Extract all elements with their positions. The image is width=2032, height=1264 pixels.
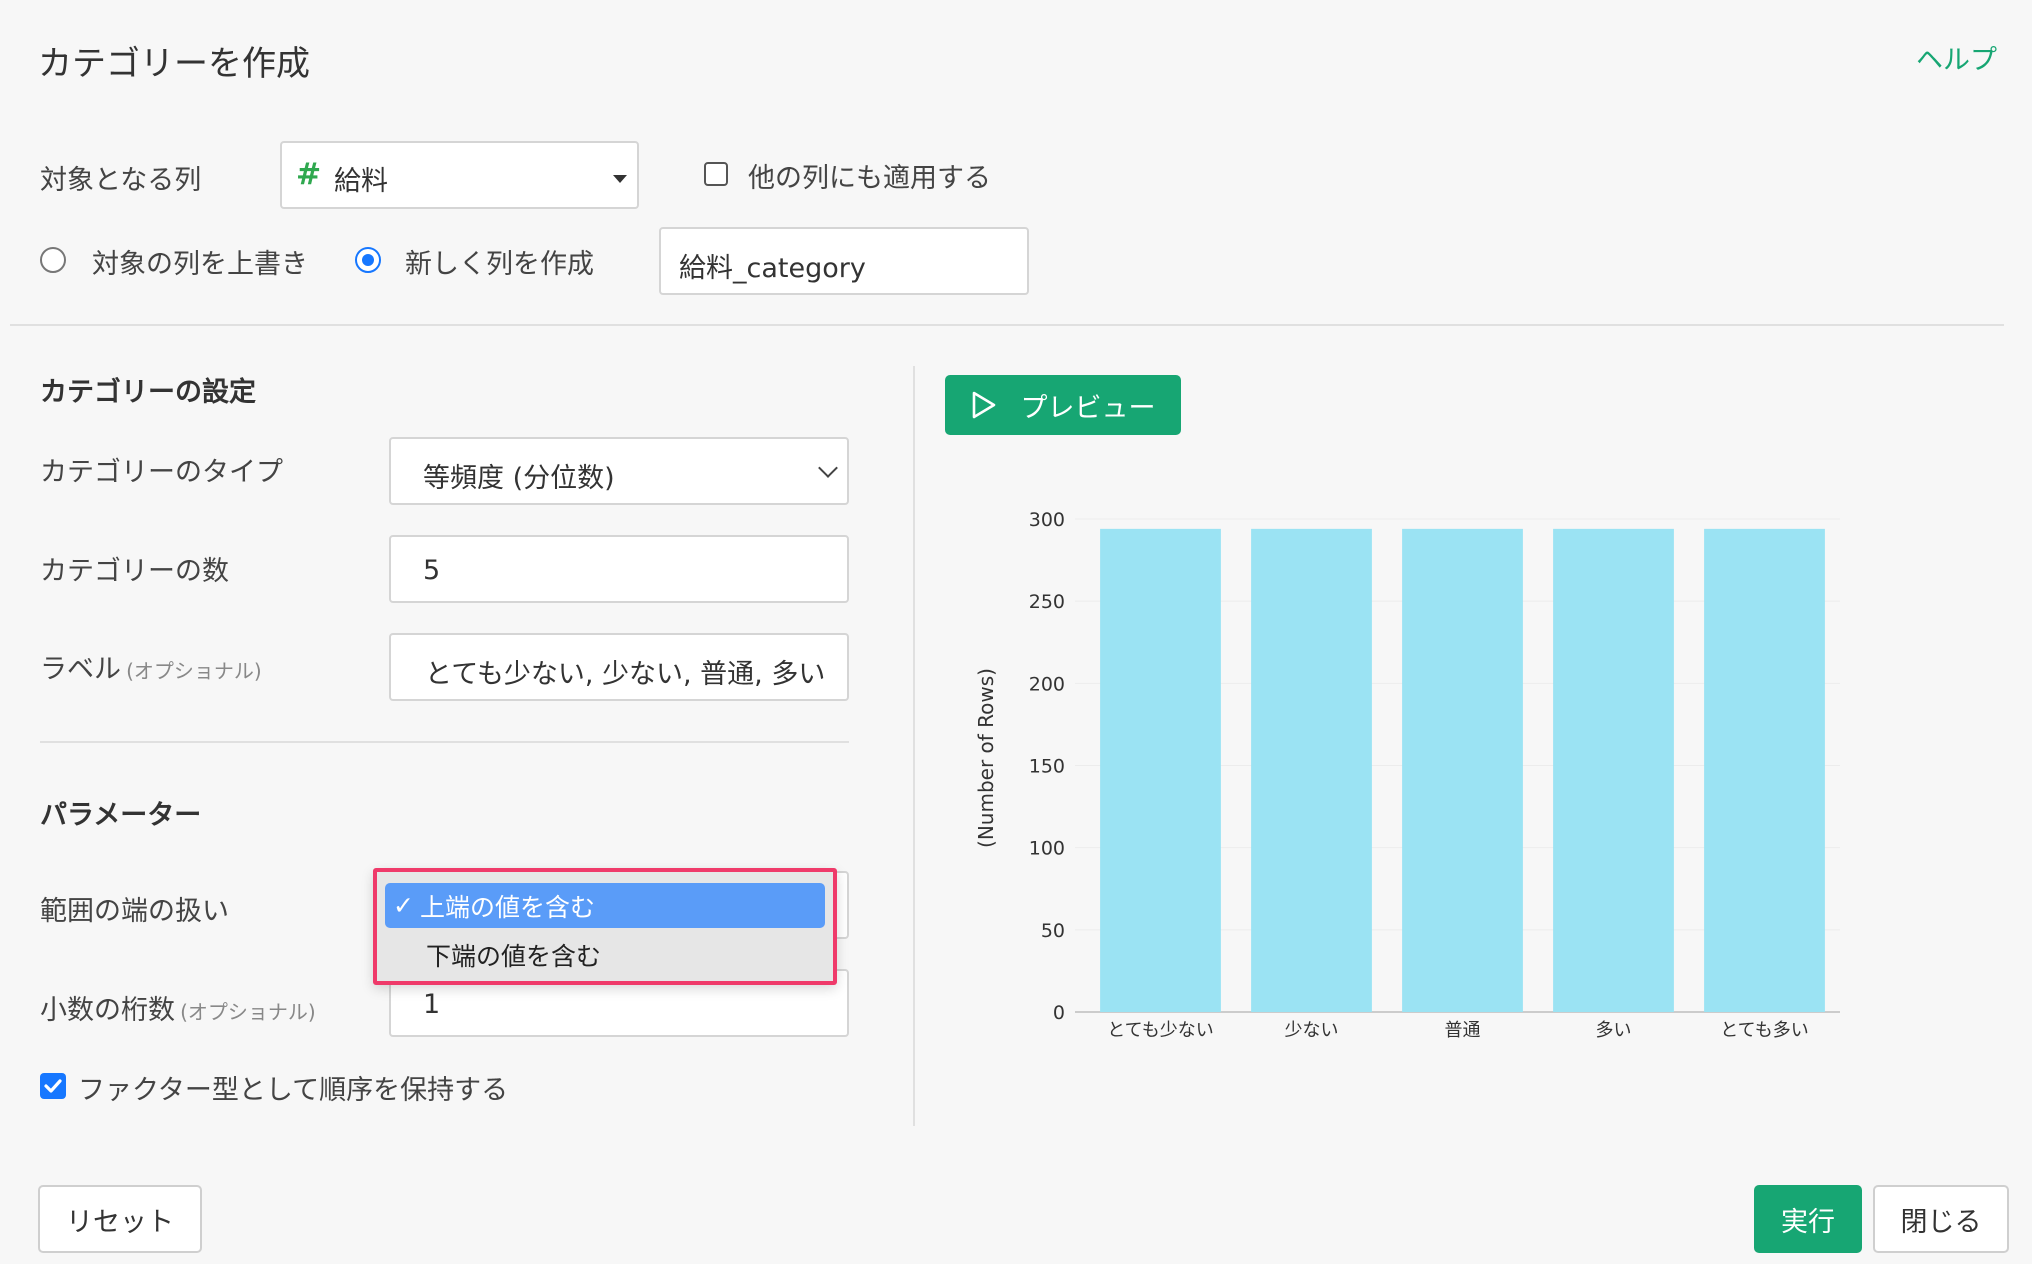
check-icon: ✓ [393,891,414,920]
parameters-title: パラメーター [40,800,202,831]
new-column-label: 新しく列を作成 [405,249,594,280]
apply-other-columns-checkbox[interactable] [704,162,728,186]
caret-down-icon [613,175,627,183]
check-icon [44,1079,62,1093]
preserve-order-label: ファクター型として順序を保持する [78,1075,509,1106]
overwrite-label: 対象の列を上書き [92,249,308,280]
labels-field-label: ラベル (オプショナル) [40,654,262,685]
category-type-value: 等頻度 (分位数) [423,463,615,494]
y-axis-label: (Number of Rows) [974,668,998,848]
y-tick-label: 200 [1029,673,1065,695]
numeric-column-icon: # [296,157,322,192]
range-edge-dropdown: ✓ 上端の値を含む 下端の値を含む [373,868,837,985]
decimals-field-label: 小数の桁数 (オプショナル) [40,995,316,1026]
category-type-select[interactable]: 等頻度 (分位数) [389,437,849,505]
run-button[interactable]: 実行 [1754,1185,1862,1253]
x-tick-label: とても多い [1720,1020,1809,1041]
y-tick-label: 250 [1029,591,1065,613]
labels-value: とても少ない, 少ない, 普通, 多い [425,659,826,690]
new-column-name-input[interactable]: 給料_category [659,227,1029,295]
y-tick-label: 0 [1053,1002,1065,1024]
labels-input[interactable]: とても少ない, 少ない, 普通, 多い [389,633,849,701]
category-count-input[interactable]: 5 [389,535,849,603]
range-edge-label: 範囲の端の扱い [40,896,229,927]
category-distribution-chart: 0 50 100 150 200 250 300 とても少ない 少ない 普通 多い とても多い (N… [974,509,1840,1041]
divider [10,324,2004,326]
help-link[interactable]: ヘルプ [1916,38,1997,77]
y-tick-label: 100 [1029,838,1065,860]
category-type-label: カテゴリーのタイプ [40,457,283,488]
bar[interactable] [1100,528,1221,1012]
apply-other-columns-label: 他の列にも適用する [748,163,991,194]
reset-button[interactable]: リセット [38,1185,202,1253]
preserve-order-checkbox[interactable] [40,1073,66,1099]
range-option-upper[interactable]: ✓ 上端の値を含む [385,883,825,928]
close-button[interactable]: 閉じる [1873,1185,2009,1253]
y-tick-label: 300 [1029,509,1065,531]
y-tick-label: 150 [1029,756,1065,778]
preview-button[interactable]: プレビュー [945,375,1181,435]
play-icon [972,391,995,419]
target-column-select[interactable]: # 給料 [280,141,639,209]
target-column-label: 対象となる列 [40,165,202,196]
category-settings-title: カテゴリーの設定 [40,377,256,408]
target-column-value: 給料 [334,166,388,197]
divider [40,741,849,743]
page-title: カテゴリーを作成 [38,44,310,84]
decimals-value: 1 [423,989,441,1020]
category-count-label: カテゴリーの数 [40,556,229,587]
range-option-lower[interactable]: 下端の値を含む [385,932,825,977]
bar[interactable] [1251,528,1372,1012]
panel-divider [913,366,915,1126]
x-tick-label: 普通 [1445,1020,1481,1041]
y-tick-label: 50 [1041,920,1065,942]
bar[interactable] [1402,528,1523,1012]
x-tick-label: 多い [1596,1020,1632,1041]
x-tick-label: 少ない [1285,1020,1339,1041]
category-count-value: 5 [423,555,441,586]
new-column-name-value: 給料_category [679,253,866,284]
chevron-down-icon [818,458,838,478]
bar[interactable] [1704,528,1825,1012]
bar[interactable] [1553,528,1674,1012]
overwrite-radio[interactable] [40,247,66,273]
new-column-radio[interactable] [355,247,381,273]
x-tick-label: とても少ない [1107,1020,1214,1041]
